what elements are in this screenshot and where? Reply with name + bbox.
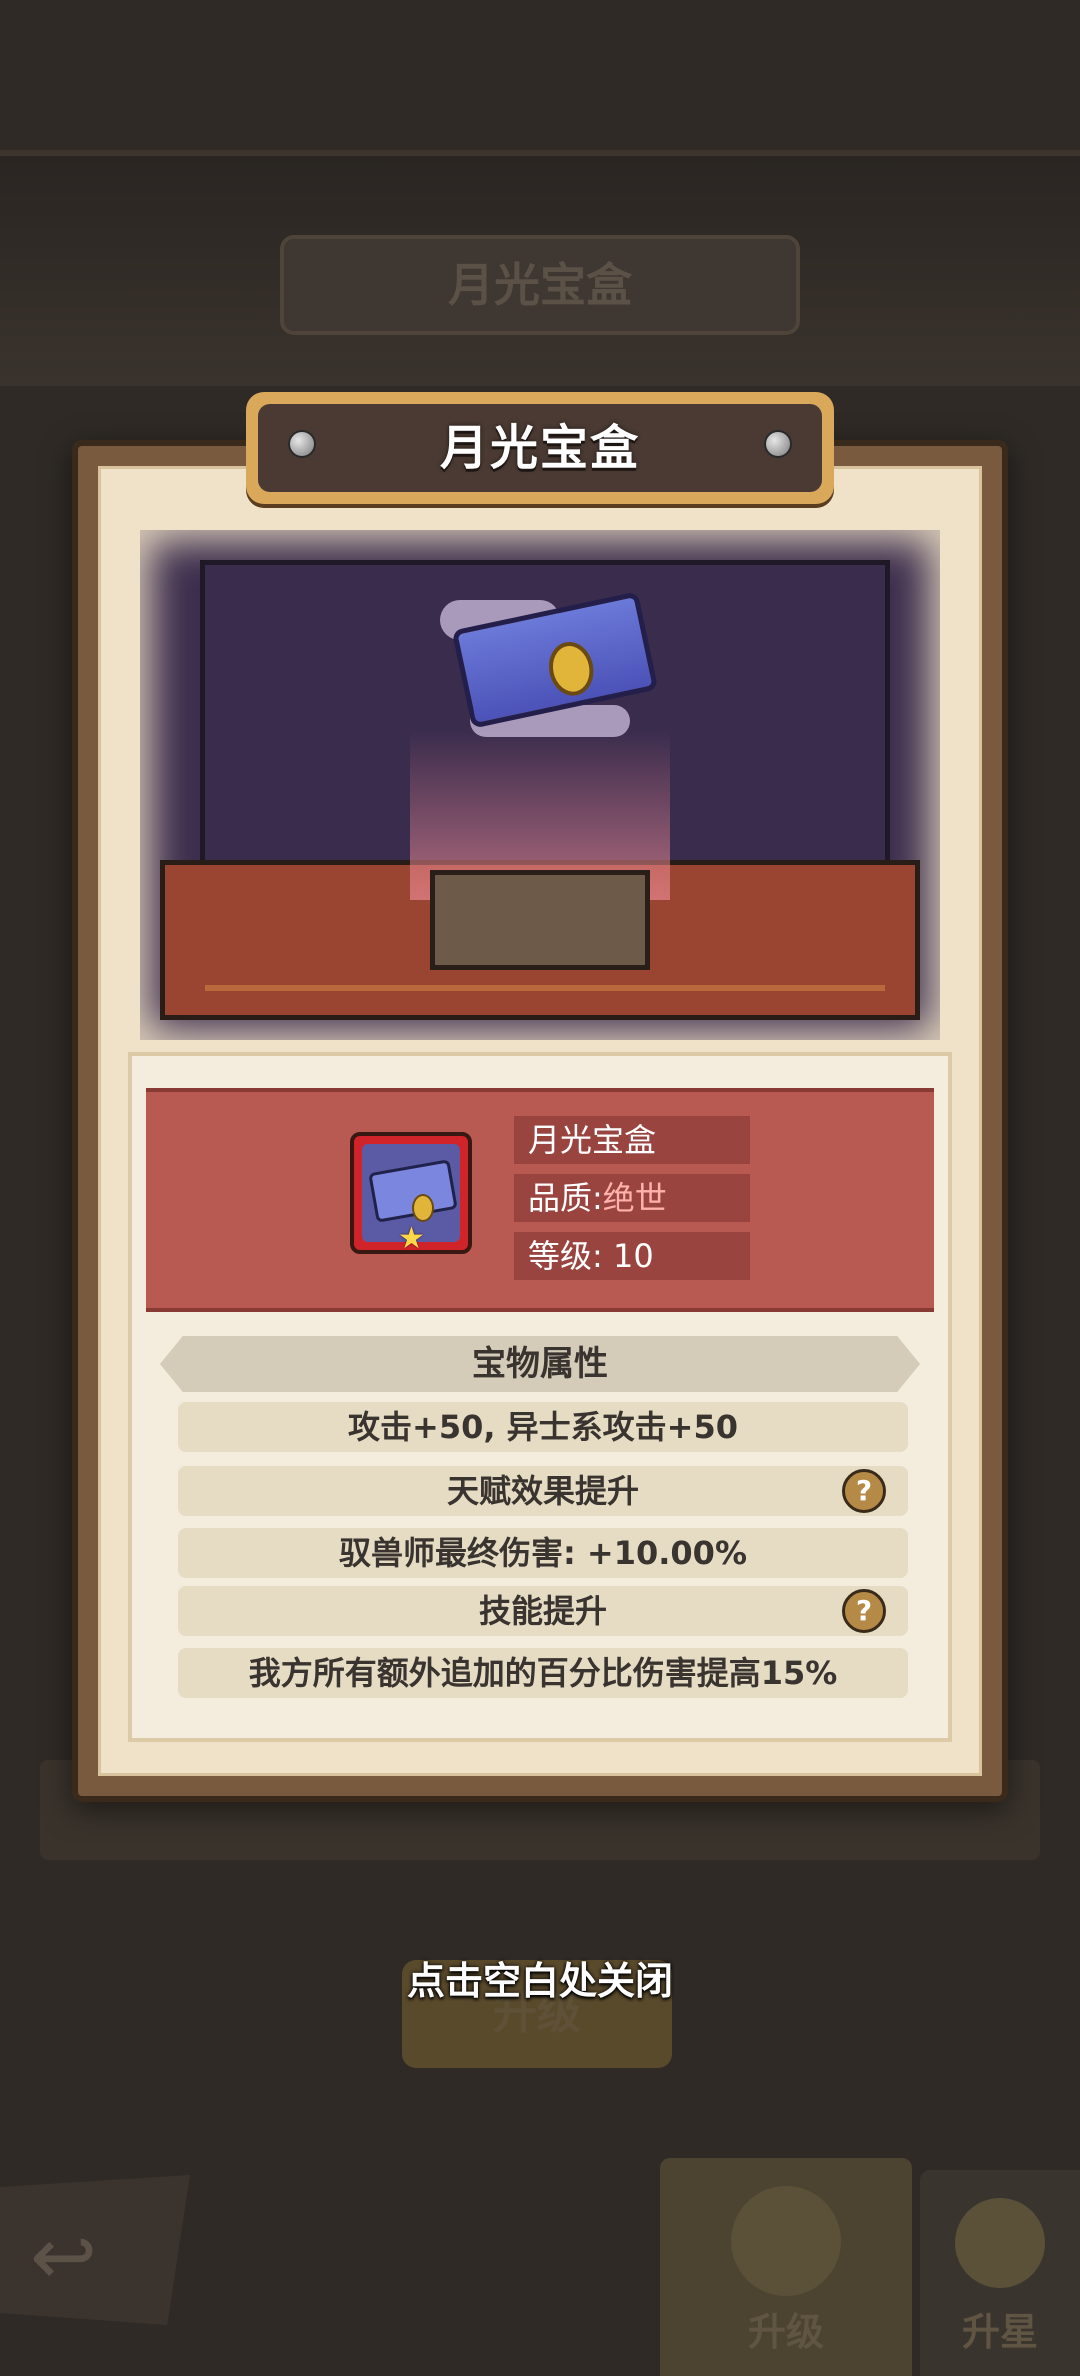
help-icon[interactable]: ?	[842, 1589, 886, 1633]
close-hint[interactable]: 点击空白处关闭	[0, 1950, 1080, 2005]
dialog-title-plate: 月光宝盒	[246, 392, 834, 504]
upgrade-icon	[731, 2186, 841, 2296]
tab-star-up-label: 升星	[961, 2310, 1038, 2354]
star-icon: ★	[398, 1221, 425, 1256]
level-value: 10	[612, 1237, 654, 1275]
item-name: 月光宝盒	[514, 1116, 750, 1164]
tab-upgrade[interactable]: 升级	[660, 2158, 912, 2376]
back-button[interactable]: ↩	[0, 2175, 190, 2325]
stat-row: 攻击+50, 异士系攻击+50	[178, 1402, 908, 1452]
star-icon	[955, 2198, 1045, 2288]
item-quality: 品质:绝世	[514, 1174, 750, 1222]
item-level: 等级: 10	[514, 1232, 750, 1280]
section-title: 宝物属性	[160, 1336, 920, 1392]
pedestal	[430, 870, 650, 970]
back-arrow-icon: ↩	[30, 2210, 98, 2303]
lock-icon	[412, 1194, 434, 1222]
quality-value: 绝世	[602, 1179, 667, 1217]
stat-row: 驭兽师最终伤害: +10.00%	[178, 1528, 908, 1578]
lock-icon	[544, 637, 599, 700]
item-icon: ★	[350, 1132, 472, 1256]
tab-upgrade-label: 升级	[747, 2310, 824, 2354]
dialog-title: 月光宝盒	[439, 420, 640, 476]
tab-star-up[interactable]: 升星	[920, 2170, 1080, 2376]
help-icon[interactable]: ?	[842, 1469, 886, 1513]
background-title: 月光宝盒	[280, 235, 800, 335]
stat-row: 天赋效果提升 ?	[178, 1466, 908, 1516]
stat-row: 技能提升 ?	[178, 1586, 908, 1636]
item-showcase	[140, 530, 940, 1040]
stat-row: 我方所有额外追加的百分比伤害提高15%	[178, 1648, 908, 1698]
